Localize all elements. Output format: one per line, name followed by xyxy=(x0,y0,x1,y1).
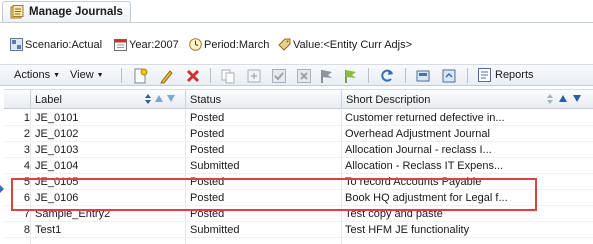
row-status: Posted xyxy=(190,144,225,156)
row-description: Test HFM JE functionality xyxy=(345,224,470,236)
row-number: 2 xyxy=(23,128,30,140)
checkmark-icon xyxy=(272,68,286,83)
unpost-button[interactable] xyxy=(342,67,360,84)
reject-x-icon xyxy=(297,68,311,83)
post-button[interactable] xyxy=(318,67,336,84)
highlight-box xyxy=(11,178,537,211)
table-row[interactable]: 8 Test1 Submitted Test HFM JE functional… xyxy=(4,222,593,238)
pencil-icon xyxy=(160,69,173,83)
row-status: Posted xyxy=(190,112,225,124)
delete-button[interactable] xyxy=(184,67,202,84)
chevron-down-icon: ▼ xyxy=(96,71,104,79)
tab-underline xyxy=(0,22,593,23)
column-header-short-description[interactable]: Short Description xyxy=(342,90,542,109)
table-row[interactable]: 4 JE_0104 Submitted Allocation - Reclass… xyxy=(4,158,593,174)
row-number: 3 xyxy=(23,144,30,156)
row-number: 1 xyxy=(23,112,30,124)
refresh-button[interactable] xyxy=(378,67,396,84)
table-row[interactable]: 2 JE_0102 Posted Overhead Adjustment Jou… xyxy=(4,126,593,142)
row-label[interactable]: JE_0102 xyxy=(35,128,185,140)
row-status: Submitted xyxy=(190,160,240,172)
edit-button[interactable] xyxy=(158,67,176,84)
value-icon xyxy=(278,38,291,51)
pov-year[interactable]: Year:2007 xyxy=(114,38,179,51)
tab-manage-journals[interactable]: Manage Journals xyxy=(2,1,131,22)
print-button[interactable] xyxy=(414,67,432,84)
description-sort-controls[interactable] xyxy=(547,94,583,104)
row-label[interactable]: JE_0103 xyxy=(35,144,185,156)
export-button[interactable] xyxy=(440,67,458,84)
journals-icon xyxy=(10,5,24,19)
pov-period[interactable]: Period:March xyxy=(189,38,269,51)
post-flag-icon xyxy=(321,69,332,83)
row-status: Submitted xyxy=(190,224,240,236)
tab-bar: Manage Journals xyxy=(0,0,593,22)
copy-button[interactable] xyxy=(219,67,237,84)
table-row[interactable]: 1 JE_0101 Posted Customer returned defec… xyxy=(4,110,593,126)
export-icon xyxy=(442,69,456,82)
label-sort-controls[interactable] xyxy=(145,94,177,104)
table-row[interactable]: 3 JE_0103 Posted Allocation Journal - re… xyxy=(4,142,593,158)
toolbar-separator xyxy=(405,68,406,83)
delete-x-icon xyxy=(186,69,200,82)
row-label[interactable]: Test1 xyxy=(35,224,185,236)
column-header-status[interactable]: Status xyxy=(186,90,340,109)
view-menu[interactable]: View ▼ xyxy=(70,69,104,81)
row-description: Customer returned defective in... xyxy=(345,112,505,124)
new-journal-button[interactable] xyxy=(131,67,149,84)
row-status: Posted xyxy=(190,128,225,140)
pov-bar: Scenario:Actual Year:2007 Period:March V… xyxy=(0,24,593,64)
reports-button[interactable]: Reports xyxy=(478,68,534,82)
refresh-icon xyxy=(381,69,393,82)
reject-button[interactable] xyxy=(295,67,313,84)
row-description: Overhead Adjustment Journal xyxy=(345,128,490,140)
toolbar-separator xyxy=(121,68,122,83)
tab-title: Manage Journals xyxy=(29,6,123,18)
submit-button[interactable] xyxy=(245,67,263,84)
actions-menu[interactable]: Actions ▼ xyxy=(14,69,60,81)
print-icon xyxy=(416,70,430,81)
row-description: Allocation Journal - reclass I... xyxy=(345,144,492,156)
toolbar-separator xyxy=(368,68,369,83)
row-selection-marker xyxy=(0,185,4,193)
clock-icon xyxy=(189,38,202,51)
pov-value[interactable]: Value:<Entity Curr Adjs> xyxy=(278,38,412,51)
pov-scenario[interactable]: Scenario:Actual xyxy=(10,38,102,51)
row-description: Allocation - Reclass IT Expens... xyxy=(345,160,504,172)
table-header: Label Status Short Description xyxy=(4,89,593,109)
new-document-icon xyxy=(134,68,148,83)
report-icon xyxy=(478,68,491,82)
row-label[interactable]: JE_0101 xyxy=(35,112,185,124)
toolbar-separator xyxy=(210,68,211,83)
scenario-icon xyxy=(10,38,23,51)
copy-icon xyxy=(221,69,235,83)
table-body: 1 JE_0101 Posted Customer returned defec… xyxy=(4,110,593,238)
row-number: 8 xyxy=(23,224,30,236)
journals-table: Label Status Short Description 1 JE_0101… xyxy=(0,88,593,244)
calendar-icon xyxy=(114,39,127,51)
sort-arrows-icon xyxy=(547,94,581,104)
sort-arrows-icon xyxy=(145,94,175,104)
unpost-flag-icon xyxy=(345,69,356,83)
toolbar: Actions ▼ View ▼ Reports xyxy=(0,64,593,86)
approve-button[interactable] xyxy=(270,67,288,84)
row-number: 4 xyxy=(23,160,30,172)
toolbar-separator xyxy=(467,68,468,83)
submit-icon xyxy=(247,69,261,82)
chevron-down-icon: ▼ xyxy=(53,71,61,79)
row-label[interactable]: JE_0104 xyxy=(35,160,185,172)
